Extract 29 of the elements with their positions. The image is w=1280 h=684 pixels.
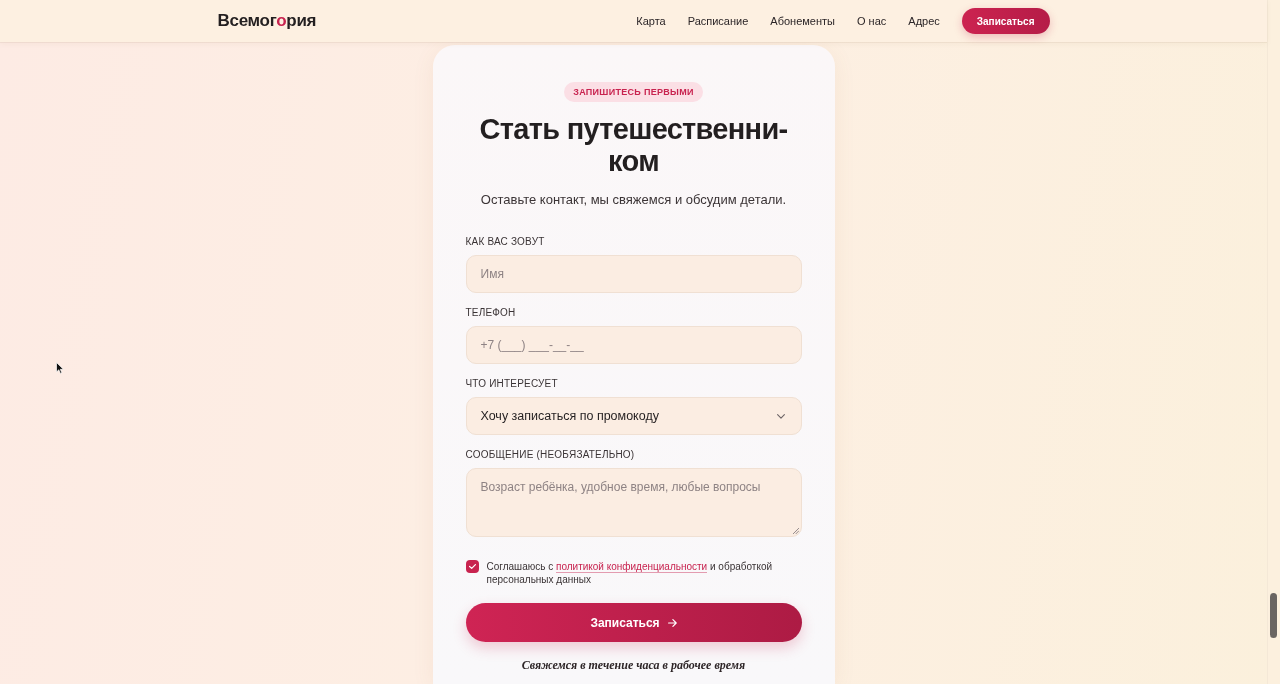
form-title: Стать путешественни- ком	[478, 113, 789, 177]
checkmark-icon	[468, 564, 476, 569]
mouse-cursor-icon	[56, 362, 64, 374]
field-label: ЧТО ИНТЕРЕСУЕТ	[465, 377, 559, 391]
form-subtitle: Оставьте контакт, мы свяжемся и обсудим детали.	[479, 191, 788, 209]
consent-text: Соглашаюсь с политикой конфиденциальности и обработкой персональных данных	[486, 560, 774, 586]
scrollbar-thumb[interactable]	[1270, 593, 1277, 638]
nav-link[interactable]: Карта	[636, 15, 666, 27]
consent-checkbox[interactable]	[465, 560, 479, 573]
chevron-down-icon	[776, 413, 785, 419]
privacy-policy-link[interactable]: политикой конфиденциальности	[555, 561, 708, 573]
response-note: Свяжемся в течение часа в рабочее время	[520, 658, 747, 672]
dropdown-select[interactable]: Хочу записаться по промокоду	[465, 397, 802, 435]
signup-button[interactable]: Записаться	[961, 8, 1050, 34]
arrow-right-icon	[667, 618, 677, 627]
nav-link[interactable]: Абонементы	[770, 15, 835, 27]
text-input[interactable]: +7 (___) ___-__-__	[465, 326, 802, 364]
submit-button[interactable]: Записаться	[465, 603, 802, 642]
resize-handle-icon[interactable]	[792, 528, 799, 534]
nav-link[interactable]: Расписание	[687, 15, 749, 27]
badge: ЗАПИШИТЕСЬ ПЕРВЫМИ	[564, 82, 703, 102]
text-input[interactable]: Имя	[465, 255, 802, 293]
field-label: СООБЩЕНИЕ (НЕОБЯЗАТЕЛЬНО)	[465, 448, 636, 462]
logo[interactable]: Всемогория	[217, 11, 317, 31]
nav-link[interactable]: О нас	[857, 15, 887, 27]
nav-link[interactable]: Адрес	[908, 15, 940, 27]
message-textarea[interactable]: Возраст ребёнка, удобное время, любые вопросы	[465, 468, 802, 537]
field-label: КАК ВАС ЗОВУТ	[465, 235, 546, 249]
field-label: ТЕЛЕФОН	[465, 306, 517, 320]
